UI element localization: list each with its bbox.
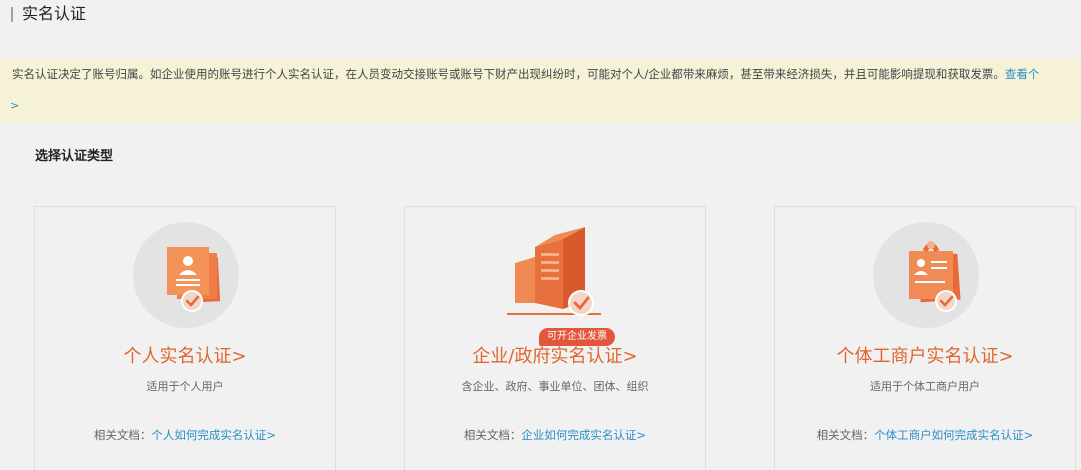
- building-check-icon: [495, 217, 617, 329]
- notice-expand-arrow[interactable]: >: [10, 99, 19, 112]
- card-title[interactable]: 个体工商户实名认证>: [775, 344, 1075, 370]
- doc-link[interactable]: 企业如何完成实名认证>: [521, 428, 646, 442]
- card-title[interactable]: 企业/政府实名认证>: [405, 344, 705, 370]
- notice-message: 实名认证决定了账号归属。如企业使用的账号进行个人实名认证，在人员变动交接账号或账…: [12, 67, 1005, 81]
- card-subtitle: 含企业、政府、事业单位、团体、组织: [461, 380, 649, 393]
- individual-business-verification-card[interactable]: 个体工商户实名认证> 适用于个体工商户用户 相关文档：个体工商户如何完成实名认证…: [774, 206, 1076, 470]
- notice-more-link[interactable]: 查看个: [1005, 67, 1040, 81]
- id-card-check-icon: [125, 217, 247, 329]
- card-doc-line: 相关文档：个体工商户如何完成实名认证>: [775, 427, 1075, 443]
- doc-prefix: 相关文档：: [463, 428, 522, 442]
- notice-banner: 实名认证决定了账号归属。如企业使用的账号进行个人实名认证，在人员变动交接账号或账…: [0, 59, 1081, 122]
- doc-link[interactable]: 个体工商户如何完成实名认证>: [874, 428, 1033, 442]
- doc-prefix: 相关文档：: [93, 428, 152, 442]
- page-title: 实名认证: [22, 4, 87, 23]
- personal-verification-card[interactable]: 个人实名认证> 适用于个人用户 相关文档：个人如何完成实名认证>: [34, 206, 336, 470]
- title-accent-bar: [11, 7, 13, 22]
- doc-link[interactable]: 个人如何完成实名认证>: [151, 428, 276, 442]
- notice-text: 实名认证决定了账号归属。如企业使用的账号进行个人实名认证，在人员变动交接账号或账…: [12, 66, 1039, 83]
- business-license-check-icon: [865, 217, 987, 329]
- page-header: 实名认证: [0, 0, 1081, 30]
- enterprise-verification-card[interactable]: 可开企业发票 企业/政府实名认证> 含企业、政府、事业单位、团体、组织 相关文档…: [404, 206, 706, 470]
- doc-prefix: 相关文档：: [816, 428, 875, 442]
- card-title[interactable]: 个人实名认证>: [35, 344, 335, 370]
- section-title: 选择认证类型: [35, 149, 114, 164]
- card-doc-line: 相关文档：企业如何完成实名认证>: [405, 427, 705, 443]
- card-subtitle: 适用于个体工商户用户: [870, 380, 980, 393]
- card-subtitle: 适用于个人用户: [146, 380, 224, 393]
- card-doc-line: 相关文档：个人如何完成实名认证>: [35, 427, 335, 443]
